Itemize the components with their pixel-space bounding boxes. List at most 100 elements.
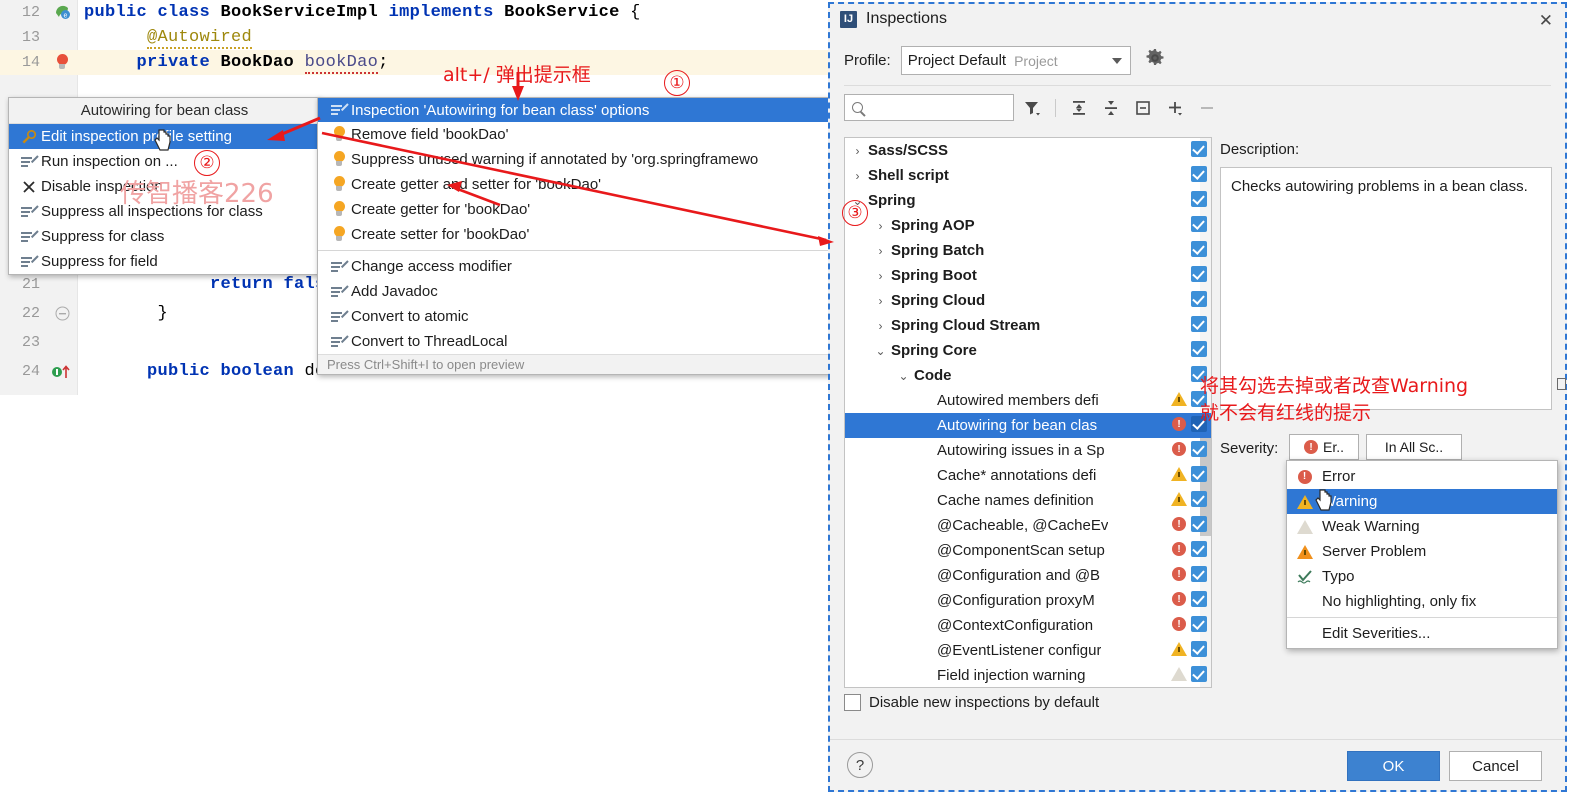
menu-item-edit-inspection-profile-setting[interactable]: Edit inspection profile setting (9, 124, 320, 149)
tree-row-checkbox[interactable] (1191, 216, 1207, 232)
scope-select[interactable]: In All Sc.. (1366, 434, 1462, 460)
tree-row-checkbox[interactable] (1191, 566, 1207, 582)
tree-row[interactable]: ⌄ Spring (845, 188, 1211, 213)
intention-actions-menu[interactable]: Inspection 'Autowiring for bean class' o… (317, 97, 831, 375)
inspections-dialog[interactable]: IJ Inspections ✕ Profile: Project Defaul… (828, 2, 1567, 792)
menu-item-remove-field[interactable]: Remove field 'bookDao' (318, 122, 830, 147)
tree-row[interactable]: @Cacheable, @CacheEv! (845, 513, 1211, 538)
menu-item-suppress-unused-warning[interactable]: Suppress unused warning if annotated by … (318, 147, 830, 172)
cancel-button[interactable]: Cancel (1449, 751, 1542, 781)
chevron-right-icon[interactable]: › (851, 169, 864, 183)
chevron-right-icon[interactable]: › (874, 294, 887, 308)
menu-item-convert-to-atomic[interactable]: Convert to atomic (318, 304, 830, 329)
chevron-right-icon[interactable]: › (874, 219, 887, 233)
tree-row[interactable]: › Spring Cloud Stream (845, 313, 1211, 338)
tree-row[interactable]: Cache names definition (845, 488, 1211, 513)
tree-row-checkbox[interactable] (1191, 391, 1207, 407)
severity-option-server-problem[interactable]: Server Problem (1287, 539, 1557, 564)
tree-row[interactable]: › Spring Batch (845, 238, 1211, 263)
tree-row[interactable]: ⌄ Spring Core (845, 338, 1211, 363)
disable-new-inspections-checkbox[interactable] (844, 694, 861, 711)
tree-row-checkbox[interactable] (1191, 141, 1207, 157)
chevron-right-icon[interactable]: › (874, 244, 887, 258)
menu-item-suppress-for-field[interactable]: Suppress for field (9, 249, 320, 274)
menu-item-create-getter-and-setter[interactable]: Create getter and setter for 'bookDao' (318, 172, 830, 197)
tree-row-checkbox[interactable] (1191, 641, 1207, 657)
expand-all-icon[interactable] (1065, 94, 1093, 121)
tree-row-checkbox[interactable] (1191, 266, 1207, 282)
tree-row[interactable]: @Configuration and @B! (845, 563, 1211, 588)
tree-row[interactable]: › Spring Boot (845, 263, 1211, 288)
tree-row[interactable]: Field injection warning (845, 663, 1211, 687)
tree-row[interactable]: @Configuration proxyM! (845, 588, 1211, 613)
tree-row[interactable]: › Shell script (845, 163, 1211, 188)
menu-item-change-access-modifier[interactable]: Change access modifier (318, 254, 830, 279)
tree-row[interactable]: @ComponentScan setup! (845, 538, 1211, 563)
menu-item-suppress-for-class[interactable]: Suppress for class (9, 224, 320, 249)
tree-row[interactable]: @ContextConfiguration! (845, 613, 1211, 638)
severity-option-edit-severities[interactable]: Edit Severities... (1287, 621, 1557, 646)
severity-option-warning[interactable]: Warning (1287, 489, 1557, 514)
chevron-down-icon[interactable]: ⌄ (897, 369, 910, 383)
spring-bean-icon[interactable]: e (46, 4, 78, 21)
chevron-right-icon[interactable]: › (851, 144, 864, 158)
severity-select[interactable]: ! Er.. (1289, 434, 1359, 460)
override-method-icon[interactable] (46, 364, 78, 380)
chevron-right-icon[interactable]: › (874, 319, 887, 333)
ok-button[interactable]: OK (1347, 751, 1440, 781)
show-only-enabled-icon[interactable] (1129, 94, 1157, 121)
tree-row-checkbox[interactable] (1191, 516, 1207, 532)
menu-item-convert-to-threadlocal[interactable]: Convert to ThreadLocal (318, 329, 830, 354)
tree-row-checkbox[interactable] (1191, 341, 1207, 357)
profile-select[interactable]: Project Default Project (900, 46, 1131, 75)
severity-option-typo[interactable]: Typo (1287, 564, 1557, 589)
close-icon[interactable]: ✕ (1539, 12, 1553, 29)
tree-row-checkbox[interactable] (1191, 416, 1207, 432)
add-icon[interactable] (1161, 94, 1189, 121)
tree-row-checkbox[interactable] (1191, 316, 1207, 332)
tree-row[interactable]: › Spring AOP (845, 213, 1211, 238)
tree-row-checkbox[interactable] (1191, 366, 1207, 382)
chevron-down-icon[interactable]: ⌄ (851, 194, 864, 208)
collapse-all-icon[interactable] (1097, 94, 1125, 121)
menu-item-create-setter[interactable]: Create setter for 'bookDao' (318, 222, 830, 247)
tree-row[interactable]: Autowiring for bean clas! (845, 413, 1211, 438)
resize-handle[interactable] (1557, 378, 1566, 390)
tree-row-checkbox[interactable] (1191, 616, 1207, 632)
tree-row-checkbox[interactable] (1191, 166, 1207, 182)
tree-row-checkbox[interactable] (1191, 291, 1207, 307)
menu-item-inspection-options[interactable]: Inspection 'Autowiring for bean class' o… (318, 98, 830, 122)
severity-option-error[interactable]: ! Error (1287, 464, 1557, 489)
gear-icon[interactable] (1145, 48, 1165, 73)
fold-gutter-22[interactable] (62, 301, 86, 326)
red-bulb-icon[interactable] (46, 54, 78, 71)
tree-row-checkbox[interactable] (1191, 441, 1207, 457)
tree-row[interactable]: @EventListener configur (845, 638, 1211, 663)
menu-item-add-javadoc[interactable]: Add Javadoc (318, 279, 830, 304)
menu-item-create-getter[interactable]: Create getter for 'bookDao' (318, 197, 830, 222)
tree-row[interactable]: › Spring Cloud (845, 288, 1211, 313)
tree-row-checkbox[interactable] (1191, 591, 1207, 607)
chevron-right-icon[interactable]: › (874, 269, 887, 283)
menu-item-run-inspection-on[interactable]: Run inspection on ... (9, 149, 320, 174)
filter-icon[interactable] (1018, 94, 1046, 121)
disable-new-inspections-row[interactable]: Disable new inspections by default (844, 694, 1099, 711)
severity-option-no-highlighting[interactable]: No highlighting, only fix (1287, 589, 1557, 614)
tree-row[interactable]: Autowiring issues in a Sp! (845, 438, 1211, 463)
inspections-tree[interactable]: › Sass/SCSS › Shell script ⌄ Spring › Spring AO… (844, 137, 1212, 688)
chevron-down-icon[interactable]: ⌄ (874, 344, 887, 358)
tree-row[interactable]: › Sass/SCSS (845, 138, 1211, 163)
tree-row[interactable]: Autowired members defi (845, 388, 1211, 413)
search-input[interactable] (844, 94, 1014, 121)
severity-dropdown[interactable]: ! Error Warning Weak Warning Server Prob… (1286, 460, 1558, 649)
remove-icon[interactable] (1193, 94, 1221, 121)
tree-row-checkbox[interactable] (1191, 466, 1207, 482)
tree-row-checkbox[interactable] (1191, 491, 1207, 507)
tree-row-checkbox[interactable] (1191, 241, 1207, 257)
tree-row[interactable]: ⌄ Code (845, 363, 1211, 388)
severity-option-weak-warning[interactable]: Weak Warning (1287, 514, 1557, 539)
tree-row-checkbox[interactable] (1191, 666, 1207, 682)
inspection-context-menu[interactable]: Autowiring for bean class Edit inspectio… (8, 97, 321, 275)
help-button[interactable]: ? (847, 752, 873, 778)
tree-row-checkbox[interactable] (1191, 541, 1207, 557)
